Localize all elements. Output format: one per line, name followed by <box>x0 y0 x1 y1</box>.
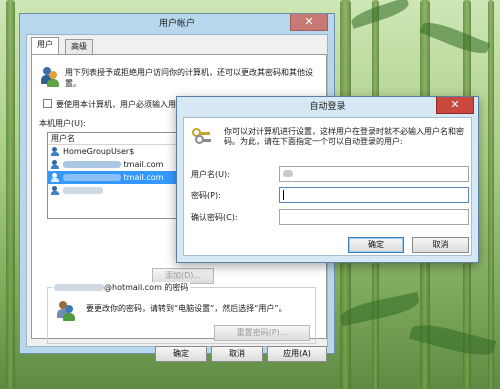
password-label: 密码(P): <box>191 191 221 200</box>
reset-password-button[interactable]: 重置密码(P)... <box>214 325 310 341</box>
description-text: 用下列表授予或拒绝用户访问你的计算机，还可以更改其密码和其他设置。 <box>65 68 313 88</box>
text-caret <box>283 189 284 200</box>
confirm-password-field[interactable] <box>279 209 469 225</box>
redacted-text <box>63 187 103 194</box>
close-icon: ✕ <box>450 98 460 111</box>
local-users-label: 本机用户(U): <box>39 119 86 128</box>
username-field[interactable] <box>279 166 469 182</box>
confirm-password-label: 确认密码(C): <box>191 213 238 222</box>
redacted-text <box>54 284 104 291</box>
cancel-button[interactable]: 取消 <box>412 237 469 253</box>
window-title: 用户帐户 <box>158 19 195 29</box>
password-group-title: @hotmail.com 的密码 <box>52 282 191 293</box>
user-name: tmail.com <box>123 173 164 182</box>
user-icon <box>51 186 60 195</box>
auto-logon-client: 你可以对计算机进行设置，这样用户在登录时就不必输入用户名和密码。为此，请在下面指… <box>183 117 472 256</box>
user-icon <box>51 147 60 156</box>
user-accounts-titlebar[interactable]: 用户帐户 ✕ <box>20 14 334 34</box>
users-icon <box>41 67 59 87</box>
apply-button[interactable]: 应用(A) <box>267 346 327 362</box>
must-enter-password-checkbox[interactable] <box>43 99 52 108</box>
dialog-title: 自动登录 <box>309 102 346 112</box>
password-group-title-text: @hotmail.com 的密码 <box>104 283 189 292</box>
dialog-description: 你可以对计算机进行设置，这样用户在登录时就不必输入用户名和密码。为此，请在下面指… <box>224 127 464 146</box>
keys-icon <box>192 126 212 146</box>
cancel-button[interactable]: 取消 <box>211 346 263 362</box>
redacted-text <box>63 174 121 181</box>
redacted-text <box>283 170 293 177</box>
close-button[interactable]: ✕ <box>290 14 328 31</box>
close-button[interactable]: ✕ <box>436 97 474 114</box>
user-name: tmail.com <box>123 160 164 169</box>
tab-users[interactable]: 用户 <box>31 37 59 55</box>
redacted-text <box>63 161 121 168</box>
username-label: 用户名(U): <box>191 170 230 179</box>
password-field[interactable] <box>279 187 469 203</box>
user-icon <box>51 173 60 182</box>
user-key-icon <box>57 301 75 321</box>
close-icon: ✕ <box>304 15 314 28</box>
auto-logon-titlebar[interactable]: 自动登录 ✕ <box>177 97 478 117</box>
ok-button[interactable]: 确定 <box>155 346 207 362</box>
user-icon <box>51 160 60 169</box>
user-name: HomeGroupUser$ <box>63 147 135 156</box>
ok-button[interactable]: 确定 <box>348 237 404 253</box>
password-change-info: 要更改你的密码，请转到“电脑设置”，然后选择“用户”。 <box>86 304 287 313</box>
auto-logon-dialog: 自动登录 ✕ 你可以对计算机进行设置，这样用户在登录时就不必输入用户名和密码。为… <box>176 96 479 263</box>
tab-advanced[interactable]: 高级 <box>65 39 93 54</box>
